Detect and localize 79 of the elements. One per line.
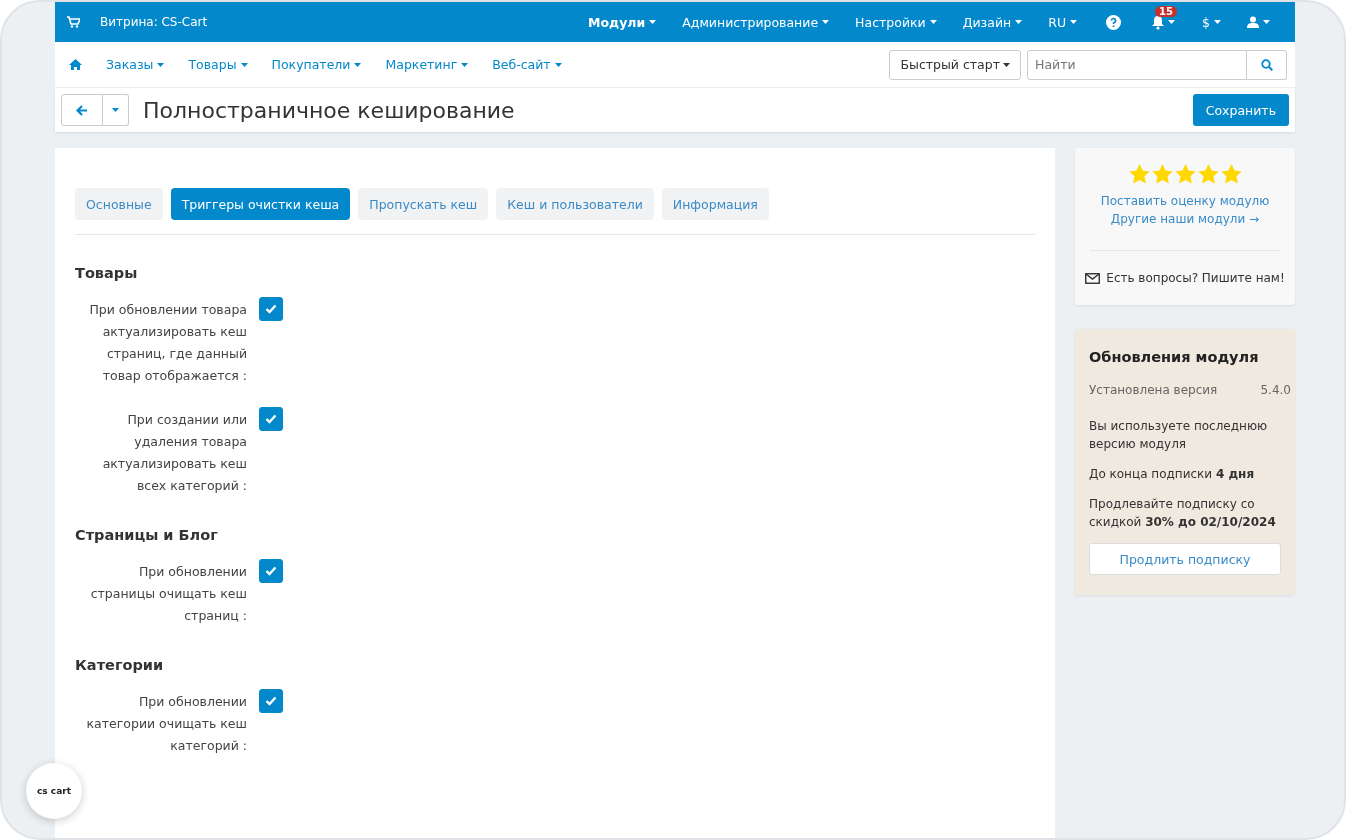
section-title: Страницы и Блог [75, 527, 219, 543]
checkbox[interactable] [259, 689, 283, 713]
version-value: 5.4.0 [1260, 383, 1291, 397]
top-menu-item[interactable]: RU [1048, 14, 1067, 30]
star-icon[interactable] [1128, 164, 1150, 184]
top-menu-item[interactable]: Администрирование [682, 14, 819, 30]
tab[interactable]: Основные [75, 188, 163, 220]
update-note: До конца подписки 4 дня [1089, 466, 1256, 483]
updates-title: Обновления модуля [1089, 349, 1260, 365]
nav-menu-item[interactable]: Покупатели [271, 57, 351, 72]
top-menu-item[interactable]: Модули [588, 14, 646, 30]
tab[interactable]: Кеш и пользователи [496, 188, 654, 220]
option-label: При обновлении товара актуализировать кеш страниц, где данный товар отображается : [88, 301, 247, 385]
caret-icon [822, 20, 830, 24]
nav-menu-item[interactable]: Веб-сайт [492, 57, 551, 72]
update-note: Продлевайте подписку со скидкой 30% до 02/10/2024 [1089, 496, 1277, 531]
check-icon [265, 414, 277, 424]
floating-logo-button[interactable]: cs cart [26, 763, 82, 819]
top-menu-item[interactable]: Настройки [855, 14, 926, 30]
version-label: Установлена версия [1089, 383, 1218, 397]
tab[interactable]: Информация [661, 188, 769, 220]
renew-subscription-button[interactable]: Продлить подписку [1089, 543, 1281, 575]
tab[interactable]: Триггеры очистки кеша [170, 188, 351, 220]
option-label: При обновлении страницы очищать кеш страниц : [89, 563, 247, 625]
star-icon[interactable] [1151, 164, 1173, 184]
logo-text: cs cart [37, 786, 71, 796]
cart-icon [67, 16, 80, 28]
caret-icon [112, 108, 119, 112]
caret-icon [157, 62, 165, 67]
notification-badge: 15 [1155, 5, 1177, 17]
arrow-left-icon [76, 104, 88, 116]
nav-menu-item[interactable]: Маркетинг [385, 57, 458, 72]
checkbox[interactable] [259, 559, 283, 583]
update-note: Вы используете последнюю версию модуля [1089, 418, 1269, 453]
user-icon[interactable] [1247, 16, 1259, 28]
caret-icon [1214, 20, 1221, 24]
section-title: Товары [75, 265, 139, 281]
check-icon [265, 566, 277, 576]
star-icon[interactable] [1197, 164, 1219, 184]
caret-icon [1168, 20, 1176, 24]
home-icon[interactable] [69, 59, 82, 70]
rate-module-link[interactable]: Поставить оценку модулю [1100, 194, 1270, 208]
check-icon [265, 696, 277, 706]
back-button[interactable] [61, 94, 103, 126]
caret-icon [1015, 20, 1023, 24]
option-label: При обновлении категории очищать кеш категорий : [85, 693, 247, 755]
envelope-icon [1085, 272, 1101, 284]
nav-menu-item[interactable]: Заказы [106, 57, 154, 72]
contact-link[interactable]: Есть вопросы? Пишите нам! [1106, 271, 1285, 285]
other-modules-link[interactable]: Другие наши модули → [1110, 212, 1260, 226]
currency-menu[interactable]: $ [1202, 14, 1210, 30]
help-icon[interactable] [1106, 14, 1122, 30]
bell-icon[interactable] [1151, 14, 1166, 30]
search-field[interactable]: Найти [1027, 49, 1247, 80]
caret-icon [649, 20, 657, 24]
star-icon[interactable] [1174, 164, 1196, 184]
storefront-link[interactable]: Витрина: CS-Cart [100, 15, 208, 29]
section-title: Категории [75, 657, 165, 673]
caret-icon [461, 62, 469, 67]
nav-menu-item[interactable]: Товары [188, 57, 237, 72]
star-icon[interactable] [1220, 164, 1242, 184]
top-menu-item[interactable]: Дизайн [962, 14, 1012, 30]
caret-icon [240, 62, 248, 67]
page-title: Полностраничное кеширование [143, 97, 515, 123]
caret-icon [929, 20, 937, 24]
caret-icon [1263, 20, 1270, 24]
search-button[interactable] [1247, 49, 1287, 80]
caret-icon [1070, 20, 1078, 24]
search-icon [1260, 58, 1273, 71]
caret-icon [354, 62, 362, 67]
caret-icon [1003, 62, 1010, 67]
save-button[interactable]: Сохранить [1192, 94, 1289, 126]
tab[interactable]: Пропускать кеш [358, 188, 489, 220]
option-label: При создании или удаления товара актуализировать кеш всех категорий : [101, 411, 247, 495]
check-icon [265, 304, 277, 314]
checkbox[interactable] [259, 407, 283, 431]
quick-start-button[interactable]: Быстрый старт [889, 49, 1021, 80]
caret-icon [554, 62, 562, 67]
checkbox[interactable] [259, 297, 283, 321]
